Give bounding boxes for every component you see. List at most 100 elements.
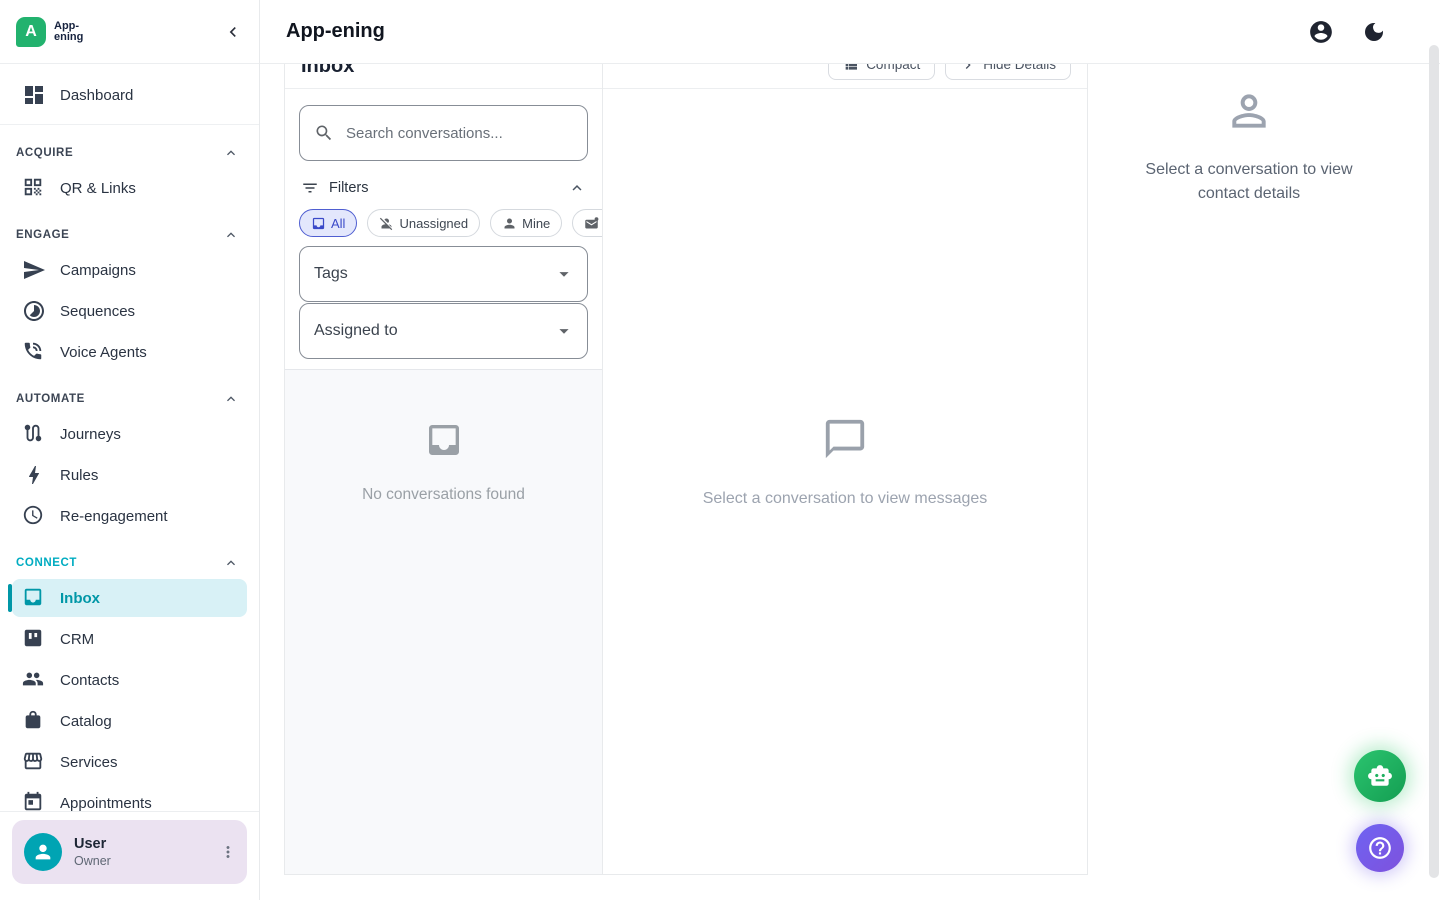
sidebar-item-label: Inbox <box>60 590 100 607</box>
dark-mode-icon[interactable] <box>1362 20 1386 44</box>
inbox-title-row: Inbox <box>285 64 602 89</box>
sidebar-item-label: Contacts <box>60 672 119 689</box>
shopping-bag-icon <box>22 709 46 733</box>
sidebar-item-voice-agents[interactable]: Voice Agents <box>12 333 247 371</box>
chevron-up-icon[interactable] <box>568 179 586 197</box>
app-logo: A <box>16 17 46 47</box>
user-role: Owner <box>74 854 111 868</box>
user-card[interactable]: User Owner <box>12 820 247 884</box>
section-connect: CONNECT <box>12 555 247 571</box>
calendar-icon <box>22 791 46 812</box>
tags-select-label: Tags <box>314 265 348 283</box>
chevron-right-icon <box>960 64 976 73</box>
clock-icon <box>22 504 46 528</box>
sidebar-item-label: Dashboard <box>60 87 133 104</box>
sidebar-item-inbox[interactable]: Inbox <box>12 579 247 617</box>
chip-all[interactable]: All <box>299 209 357 237</box>
scrollbar-thumb[interactable] <box>1429 45 1439 878</box>
inbox-filters-card: Filters All Unassigned <box>285 89 602 370</box>
contact-details-panel: Select a conversation to view contact de… <box>1088 64 1410 206</box>
mail-unread-icon <box>584 216 599 231</box>
messages-empty-state: Select a conversation to view messages <box>603 89 1087 874</box>
app-header: App-ening <box>260 0 1440 64</box>
sidebar-item-rules[interactable]: Rules <box>12 456 247 494</box>
sidebar-item-qr-links[interactable]: QR & Links <box>12 169 247 207</box>
hide-details-button[interactable]: Hide Details <box>945 64 1071 80</box>
chat-square-icon <box>311 216 326 231</box>
sidebar-item-label: Sequences <box>60 303 135 320</box>
page-title: App-ening <box>286 20 385 43</box>
person-outline-icon <box>1224 86 1274 136</box>
chat-bubble-icon <box>822 416 868 462</box>
search-icon <box>314 123 334 143</box>
qr-code-icon <box>22 176 46 200</box>
sidebar-item-dashboard[interactable]: Dashboard <box>12 76 247 114</box>
search-box <box>299 105 588 161</box>
people-icon <box>22 668 46 692</box>
messages-panel: Compact Hide Details Select a conversati… <box>603 64 1088 875</box>
person-off-icon <box>379 216 394 231</box>
divider <box>0 124 259 125</box>
sidebar-item-label: Journeys <box>60 426 121 443</box>
dropdown-caret-icon <box>553 263 575 285</box>
filters-row: Filters <box>301 179 586 197</box>
sidebar-item-label: Rules <box>60 467 98 484</box>
inbox-panel: Inbox Filters <box>284 64 603 875</box>
help-icon <box>1367 835 1393 861</box>
sidebar-header: A App- ening <box>0 0 259 64</box>
chip-mine[interactable]: Mine <box>490 209 562 237</box>
no-conversations-text: No conversations found <box>362 486 525 504</box>
sidebar-item-re-engagement[interactable]: Re-engagement <box>12 497 247 535</box>
robot-icon <box>1367 763 1393 789</box>
compact-button[interactable]: Compact <box>828 64 935 80</box>
sidebar-item-label: Re-engagement <box>60 508 168 525</box>
section-automate: AUTOMATE <box>12 391 247 407</box>
scrolled-content: Inbox Filters <box>260 64 1088 875</box>
messages-toolbar: Compact Hide Details <box>603 64 1087 89</box>
tags-select[interactable]: Tags <box>299 246 588 302</box>
timelapse-icon <box>22 299 46 323</box>
sidebar-item-sequences[interactable]: Sequences <box>12 292 247 330</box>
view-list-icon <box>843 64 859 73</box>
filter-chips: All Unassigned Mine Unread <box>299 209 602 237</box>
sidebar-item-label: Appointments <box>60 795 152 812</box>
sidebar-item-journeys[interactable]: Journeys <box>12 415 247 453</box>
kanban-icon <box>22 627 46 651</box>
section-acquire: ACQUIRE <box>12 145 247 161</box>
chip-unassigned[interactable]: Unassigned <box>367 209 480 237</box>
more-vert-icon[interactable] <box>219 843 237 861</box>
help-fab[interactable] <box>1356 824 1404 872</box>
header-actions <box>1308 19 1414 45</box>
sidebar-item-crm[interactable]: CRM <box>12 620 247 658</box>
filters-label: Filters <box>329 180 368 196</box>
chip-unread[interactable]: Unread <box>572 209 602 237</box>
dashboard-icon <box>22 83 46 107</box>
sidebar-item-campaigns[interactable]: Campaigns <box>12 251 247 289</box>
inbox-icon <box>22 586 46 610</box>
account-circle-icon[interactable] <box>1308 19 1334 45</box>
chevron-up-icon[interactable] <box>223 145 239 161</box>
sidebar-item-services[interactable]: Services <box>12 743 247 781</box>
sidebar-item-catalog[interactable]: Catalog <box>12 702 247 740</box>
search-input[interactable] <box>346 125 573 142</box>
assigned-to-select[interactable]: Assigned to <box>299 303 588 359</box>
sidebar-nav: Dashboard ACQUIRE QR & Links ENGAGE Camp… <box>0 64 259 812</box>
chevron-up-icon[interactable] <box>223 555 239 571</box>
chevron-up-icon[interactable] <box>223 391 239 407</box>
dropdown-caret-icon <box>553 320 575 342</box>
assigned-to-select-label: Assigned to <box>314 322 398 340</box>
sidebar-item-label: QR & Links <box>60 180 136 197</box>
send-icon <box>22 258 46 282</box>
chevron-up-icon[interactable] <box>223 227 239 243</box>
logo-letter: A <box>25 23 37 41</box>
user-name: User <box>74 836 111 852</box>
inbox-title: Inbox <box>301 64 354 77</box>
assistant-fab[interactable] <box>1354 750 1406 802</box>
conversation-list-empty: No conversations found <box>285 370 602 874</box>
collapse-sidebar-icon[interactable] <box>223 22 243 42</box>
sidebar-item-label: CRM <box>60 631 94 648</box>
sidebar-item-contacts[interactable]: Contacts <box>12 661 247 699</box>
sidebar-item-label: Catalog <box>60 713 112 730</box>
sidebar-item-appointments[interactable]: Appointments <box>12 784 247 812</box>
user-avatar <box>24 833 62 871</box>
